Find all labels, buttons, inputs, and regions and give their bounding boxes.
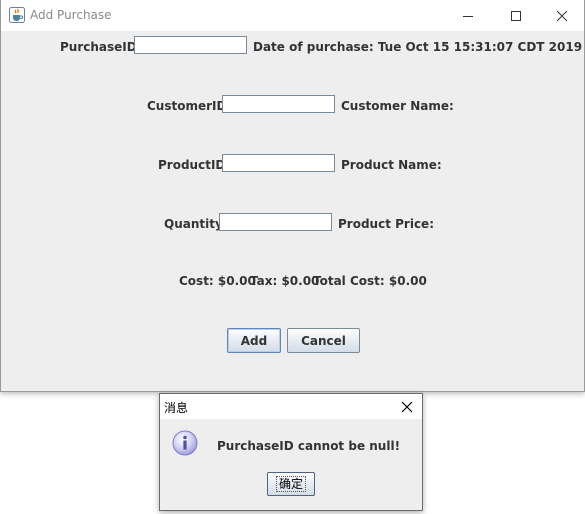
maximize-button[interactable]	[493, 0, 539, 31]
dialog-title-bar[interactable]: 消息	[160, 394, 422, 419]
cost-label: Cost: $0.00	[179, 274, 256, 288]
quantity-field[interactable]	[219, 213, 332, 231]
close-icon	[556, 10, 568, 21]
add-purchase-window: Add Purchase PurchaseID Date of purchase…	[0, 0, 585, 392]
product-id-field[interactable]	[222, 154, 335, 172]
purchase-id-label: PurchaseID	[60, 40, 137, 54]
purchase-id-field[interactable]	[134, 36, 247, 54]
customer-id-field[interactable]	[222, 95, 335, 113]
info-icon	[172, 430, 198, 456]
add-button[interactable]: Add	[227, 328, 281, 353]
minimize-button[interactable]	[445, 0, 491, 31]
cancel-button[interactable]: Cancel	[287, 328, 360, 353]
product-price-label: Product Price:	[338, 217, 434, 231]
ok-button[interactable]: 确定	[267, 472, 315, 496]
message-dialog: 消息 PurchaseID cannot be null! 确定	[159, 393, 423, 511]
dialog-close-button[interactable]	[396, 396, 418, 418]
java-cup-icon	[9, 7, 25, 23]
product-name-label: Product Name:	[341, 158, 442, 172]
tax-label: Tax: $0.00	[250, 274, 320, 288]
window-title: Add Purchase	[30, 8, 112, 22]
customer-name-label: Customer Name:	[341, 99, 454, 113]
product-id-label: ProductID	[158, 158, 226, 172]
quantity-label: Quantity	[164, 217, 223, 231]
date-of-purchase: Date of purchase: Tue Oct 15 15:31:07 CD…	[253, 40, 583, 54]
dialog-message: PurchaseID cannot be null!	[217, 439, 401, 453]
close-icon	[401, 401, 413, 413]
total-cost-label: Total Cost: $0.00	[313, 274, 427, 288]
customer-id-label: CustomerID	[147, 99, 227, 113]
ok-button-label: 确定	[275, 476, 306, 492]
title-bar[interactable]: Add Purchase	[1, 0, 584, 31]
close-button[interactable]	[539, 0, 585, 31]
maximize-icon	[511, 10, 521, 21]
minimize-icon	[463, 15, 473, 17]
dialog-title: 消息	[164, 401, 189, 415]
